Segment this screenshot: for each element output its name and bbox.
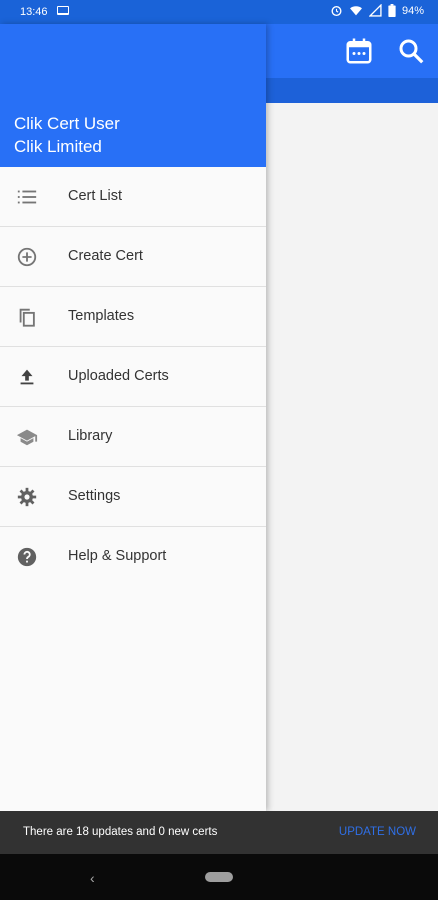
status-bar: 13:46 94% (0, 0, 438, 24)
drawer-item-uploaded-certs[interactable]: Uploaded Certs (0, 347, 266, 407)
battery-icon (388, 4, 396, 17)
drawer-item-label: Uploaded Certs (68, 368, 169, 384)
drawer-item-cert-list[interactable]: Cert List (0, 167, 266, 227)
company-name: Clik Limited (14, 137, 102, 156)
laptop-icon (57, 6, 69, 15)
drawer-item-label: Settings (68, 488, 121, 504)
home-pill[interactable] (205, 872, 233, 882)
drawer-item-label: Create Cert (68, 248, 143, 264)
drawer-item-label: Templates (68, 308, 135, 324)
calendar-icon[interactable] (344, 36, 374, 66)
snackbar-message: There are 18 updates and 0 new certs (23, 826, 218, 838)
copy-icon (19, 308, 35, 327)
user-name: Clik Cert User (14, 114, 120, 133)
drawer-item-settings[interactable]: Settings (0, 467, 266, 527)
drawer-item-create-cert[interactable]: Create Cert (0, 227, 266, 287)
school-icon (16, 429, 38, 446)
upload-icon (20, 369, 34, 385)
navigation-drawer: Clik Cert User Clik Limited Cert List Cr… (0, 24, 266, 811)
list-icon (17, 190, 37, 204)
alarm-icon (331, 6, 342, 17)
drawer-item-help-support[interactable]: Help & Support (0, 527, 266, 587)
help-icon (17, 547, 37, 567)
update-now-button[interactable]: UPDATE NOW (339, 826, 416, 838)
status-time: 13:46 (20, 6, 48, 18)
signal-icon (368, 4, 382, 17)
drawer-item-templates[interactable]: Templates (0, 287, 266, 347)
wifi-icon (350, 6, 362, 16)
system-nav-bar: ‹ (0, 854, 438, 900)
battery-level: 94% (401, 4, 424, 17)
back-icon[interactable]: ‹ (90, 870, 95, 886)
snackbar: There are 18 updates and 0 new certs UPD… (0, 811, 438, 854)
search-icon[interactable] (396, 36, 426, 66)
drawer-item-label: Help & Support (68, 548, 167, 564)
add-circle-icon (17, 247, 37, 267)
gear-icon (17, 487, 37, 507)
status-icons: 94% (330, 4, 424, 17)
drawer-item-library[interactable]: Library (0, 407, 266, 467)
drawer-header: Clik Cert User Clik Limited (0, 24, 266, 167)
drawer-item-label: Library (68, 428, 113, 444)
drawer-item-label: Cert List (68, 188, 122, 204)
